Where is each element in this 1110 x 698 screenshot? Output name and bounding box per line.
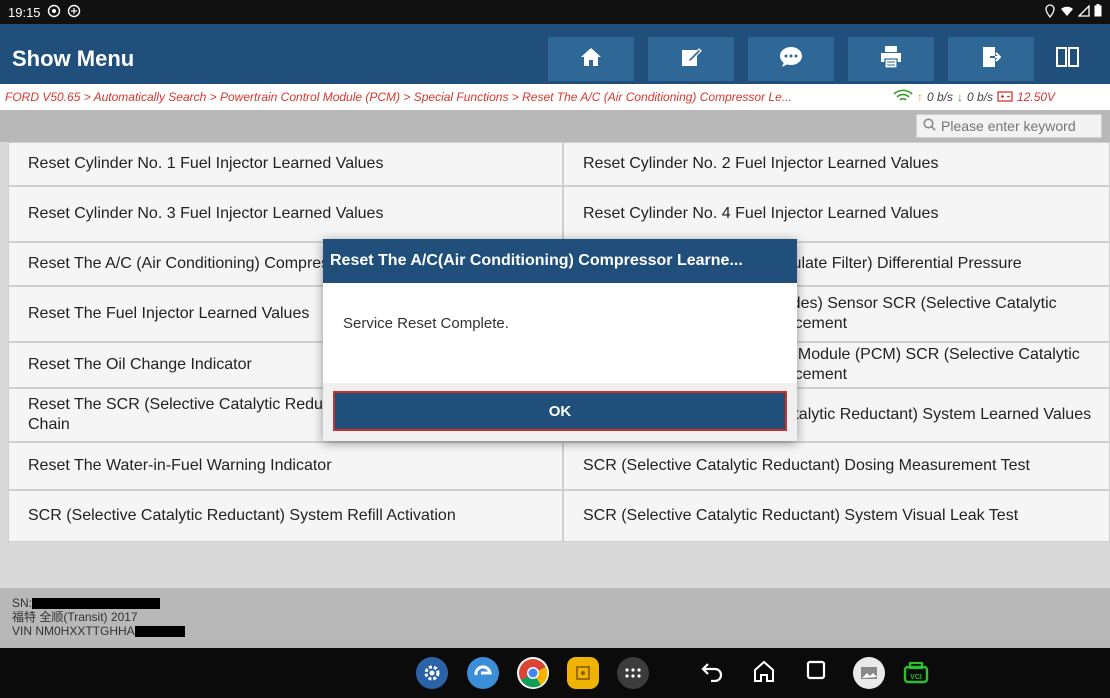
search-row [0, 110, 1110, 142]
wifi-icon [893, 89, 913, 106]
search-icon [923, 118, 936, 134]
edit-button[interactable] [648, 37, 734, 81]
split-icon [1056, 46, 1080, 73]
menu-item[interactable]: SCR (Selective Catalytic Reductant) Syst… [8, 490, 563, 542]
signal-icon [1077, 3, 1090, 20]
download-arrow-icon: ↓ [957, 90, 964, 104]
exit-icon [981, 46, 1002, 73]
battery-voltage-icon [997, 90, 1013, 105]
redaction-bar [134, 626, 185, 638]
settings-app-icon[interactable] [416, 657, 448, 689]
menu-item[interactable]: Reset Cylinder No. 3 Fuel Injector Learn… [8, 186, 563, 242]
gallery-app-icon[interactable] [853, 657, 885, 689]
home-nav-icon[interactable] [752, 660, 776, 688]
chat-button[interactable] [748, 37, 834, 81]
menu-item[interactable]: SCR (Selective Catalytic Reductant) Dosi… [563, 442, 1110, 490]
recents-icon[interactable] [806, 660, 826, 686]
wifi-icon [1060, 5, 1074, 20]
vin-label: VIN NM0HXXTTGHHA [12, 624, 135, 638]
print-icon [880, 45, 902, 74]
chat-icon [779, 46, 803, 73]
split-view-button[interactable] [1048, 37, 1088, 81]
battery-icon [1094, 4, 1102, 20]
location-icon [1044, 3, 1056, 21]
breadcrumb: FORD V50.65 > Automatically Search > Pow… [0, 84, 1110, 110]
page-title: Show Menu [12, 46, 135, 71]
menu-item[interactable]: Reset Cylinder No. 2 Fuel Injector Learn… [563, 142, 1110, 186]
menu-item[interactable]: Reset Cylinder No. 1 Fuel Injector Learn… [8, 142, 563, 186]
sn-label: SN: [12, 596, 33, 610]
search-input[interactable] [941, 118, 1091, 134]
status-time: 19:15 [8, 4, 41, 20]
menu-item[interactable]: Reset Cylinder No. 4 Fuel Injector Learn… [563, 186, 1110, 242]
svg-text:VCI: VCI [910, 674, 922, 681]
vehicle-info: SN: 福特 全顺(Transit) 2017 VIN NM0HXXTTGHHA [0, 588, 1110, 648]
notes-app-icon[interactable] [567, 657, 599, 689]
menu-item[interactable]: SCR (Selective Catalytic Reductant) Syst… [563, 490, 1110, 542]
download-speed: 0 b/s [967, 90, 994, 104]
status-bar: 19:15 [0, 0, 1110, 24]
system-nav-bar: VCI [0, 648, 1110, 698]
dialog-title: Reset The A/C(Air Conditioning) Compress… [323, 239, 797, 283]
voltage-value: 12.50V [1017, 90, 1056, 104]
settings-notification-icon [67, 4, 81, 21]
breadcrumb-path: FORD V50.65 > Automatically Search > Pow… [5, 90, 792, 104]
home-button[interactable] [548, 37, 634, 81]
browser-app-icon[interactable] [467, 657, 499, 689]
vehicle-model: 福特 全顺(Transit) 2017 [12, 610, 138, 624]
print-button[interactable] [848, 37, 934, 81]
home-icon [580, 47, 602, 72]
notification-icon [47, 4, 61, 21]
reset-complete-dialog: Reset The A/C(Air Conditioning) Compress… [323, 239, 797, 441]
ok-button[interactable]: OK [333, 391, 787, 431]
redaction-bar [32, 598, 161, 610]
search-box[interactable] [916, 114, 1102, 138]
app-drawer-icon[interactable] [617, 657, 649, 689]
exit-button[interactable] [948, 37, 1034, 81]
edit-icon [680, 46, 702, 73]
upload-arrow-icon: ↑ [917, 90, 923, 104]
dialog-footer: OK [323, 383, 797, 441]
back-icon[interactable] [700, 660, 724, 688]
menu-item[interactable]: Reset The Water-in-Fuel Warning Indicato… [8, 442, 563, 490]
dialog-message: Service Reset Complete. [343, 315, 509, 332]
network-status: ↑ 0 b/s ↓ 0 b/s 12.50V [893, 89, 1055, 106]
upload-speed: 0 b/s [927, 90, 954, 104]
vci-connection-icon[interactable]: VCI [900, 657, 932, 689]
chrome-icon[interactable] [517, 657, 549, 689]
